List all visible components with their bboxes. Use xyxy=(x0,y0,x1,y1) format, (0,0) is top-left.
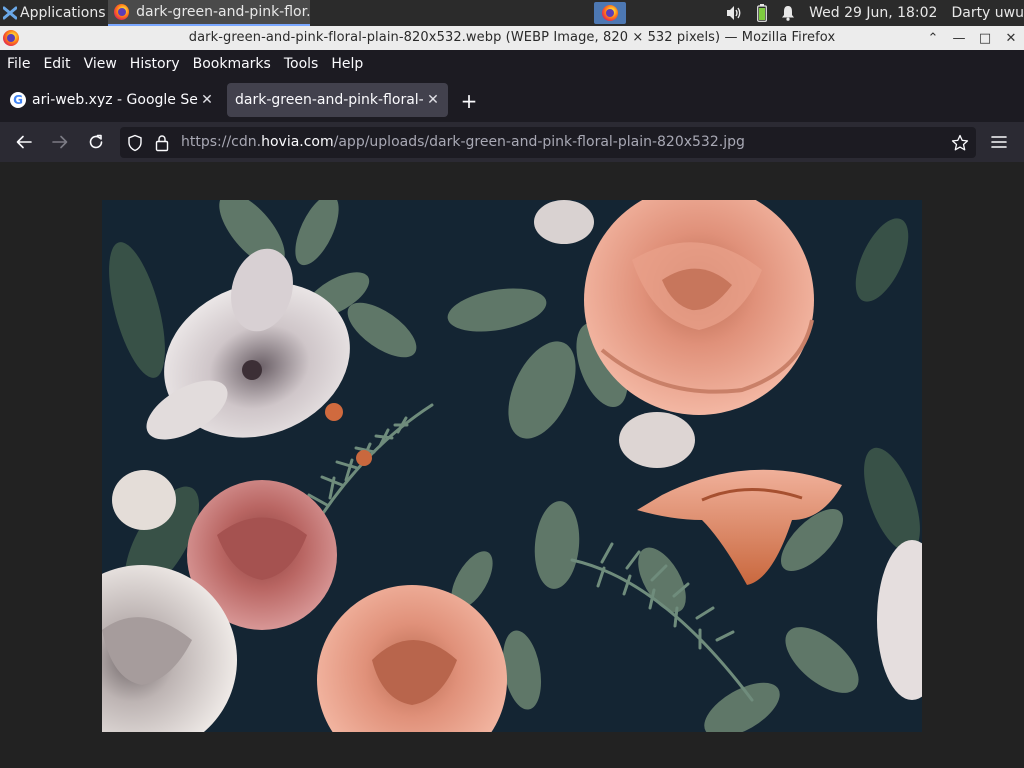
window-controls: ⌃ — □ ✕ xyxy=(926,26,1018,50)
shade-button[interactable]: ⌃ xyxy=(926,31,940,46)
back-button[interactable] xyxy=(12,130,36,154)
lock-icon[interactable] xyxy=(152,133,172,153)
new-tab-button[interactable]: + xyxy=(458,91,480,113)
forward-button[interactable] xyxy=(48,130,72,154)
window-titlebar: dark-green-and-pink-floral-plain-820x532… xyxy=(0,26,1024,50)
minimize-button[interactable]: — xyxy=(952,31,966,46)
tab-label: dark-green-and-pink-floral-plain-820x532… xyxy=(235,92,424,108)
window-title: dark-green-and-pink-floral-plain-820x532… xyxy=(188,30,836,45)
close-window-button[interactable]: ✕ xyxy=(1004,31,1018,46)
arrow-right-icon xyxy=(52,135,68,149)
volume-icon[interactable] xyxy=(725,5,743,21)
url-path: /app/uploads/dark-green-and-pink-floral-… xyxy=(333,134,745,150)
menu-history[interactable]: History xyxy=(130,56,180,72)
reload-icon xyxy=(89,134,103,149)
menu-bookmarks[interactable]: Bookmarks xyxy=(193,56,271,72)
url-bar[interactable]: https://cdn.hovia.com/app/uploads/dark-g… xyxy=(120,127,976,158)
maximize-button[interactable]: □ xyxy=(978,31,992,46)
firefox-launcher[interactable] xyxy=(594,2,626,24)
xfce-logo-icon xyxy=(3,6,17,20)
url-domain: hovia.com xyxy=(261,134,334,150)
system-tray: Wed 29 Jun, 18:02 Darty uwu xyxy=(725,0,1024,26)
menu-tools[interactable]: Tools xyxy=(284,56,319,72)
applications-menu[interactable]: Applications ☰ xyxy=(0,0,122,26)
taskbar-firefox-window[interactable]: dark-green-and-pink-flor... xyxy=(108,0,310,26)
system-panel: Applications ☰ dark-green-and-pink-flor.… xyxy=(0,0,1024,26)
google-icon: G xyxy=(10,92,26,108)
menu-edit[interactable]: Edit xyxy=(43,56,70,72)
menu-file[interactable]: File xyxy=(7,56,30,72)
menu-help[interactable]: Help xyxy=(331,56,363,72)
firefox-icon xyxy=(114,4,130,20)
reload-button[interactable] xyxy=(84,130,108,154)
applications-label: Applications xyxy=(20,5,106,21)
tab-close-button[interactable]: ✕ xyxy=(198,92,216,108)
menu-bar: File Edit View History Bookmarks Tools H… xyxy=(0,50,1024,78)
tab-label: ari-web.xyz - Google Search xyxy=(32,92,198,108)
bookmark-star-icon[interactable] xyxy=(950,133,970,153)
tab-close-button[interactable]: ✕ xyxy=(424,92,442,108)
url-text[interactable]: https://cdn.hovia.com/app/uploads/dark-g… xyxy=(181,134,745,150)
notifications-bell-icon[interactable] xyxy=(781,5,795,21)
floral-illustration xyxy=(102,200,922,732)
taskbar-window-title: dark-green-and-pink-flor... xyxy=(136,4,310,20)
tab-google-search[interactable]: G ari-web.xyz - Google Search ✕ xyxy=(3,83,222,117)
url-prefix: https://cdn. xyxy=(181,134,262,150)
clock[interactable]: Wed 29 Jun, 18:02 xyxy=(809,5,937,21)
tab-image-active[interactable]: dark-green-and-pink-floral-plain-820x532… xyxy=(227,83,448,117)
hamburger-menu-icon xyxy=(991,136,1007,148)
floral-image[interactable] xyxy=(102,200,922,732)
menu-view[interactable]: View xyxy=(84,56,117,72)
tab-strip: G ari-web.xyz - Google Search ✕ dark-gre… xyxy=(0,78,1024,122)
arrow-left-icon xyxy=(16,135,32,149)
navigation-toolbar: https://cdn.hovia.com/app/uploads/dark-g… xyxy=(0,122,1024,162)
user-name[interactable]: Darty uwu xyxy=(951,5,1024,21)
image-viewer xyxy=(0,162,1024,768)
battery-icon[interactable] xyxy=(757,4,767,22)
app-menu-button[interactable] xyxy=(987,130,1011,154)
firefox-launcher-icon xyxy=(602,5,618,21)
tracking-protection-shield-icon[interactable] xyxy=(125,133,145,153)
